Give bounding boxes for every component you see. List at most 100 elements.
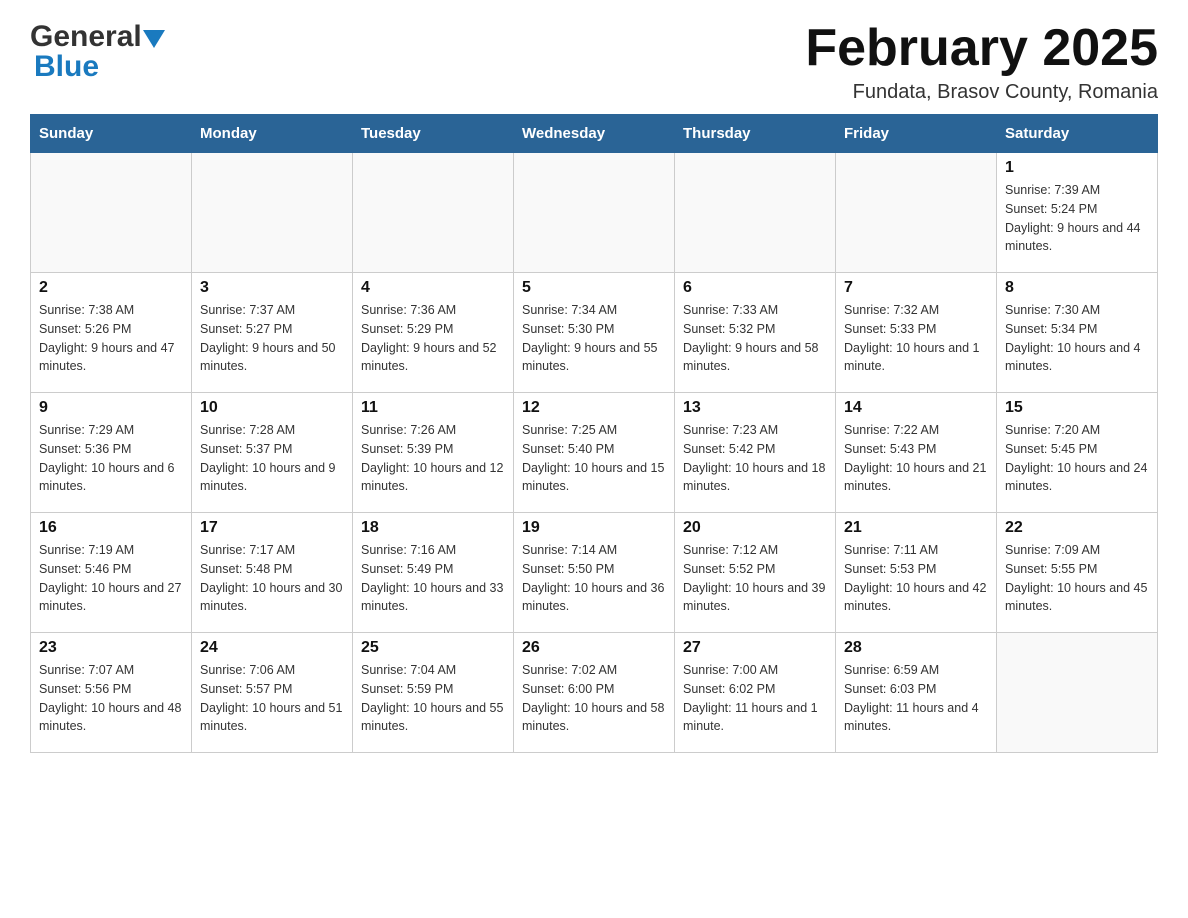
calendar-week-4: 16 Sunrise: 7:19 AM Sunset: 5:46 PM Dayli…: [31, 513, 1158, 633]
day-info: Sunrise: 7:20 AM Sunset: 5:45 PM Dayligh…: [1005, 421, 1149, 496]
day-info: Sunrise: 7:29 AM Sunset: 5:36 PM Dayligh…: [39, 421, 183, 496]
day-info: Sunrise: 7:11 AM Sunset: 5:53 PM Dayligh…: [844, 541, 988, 616]
day-info: Sunrise: 7:19 AM Sunset: 5:46 PM Dayligh…: [39, 541, 183, 616]
calendar-cell: 1 Sunrise: 7:39 AM Sunset: 5:24 PM Daylig…: [997, 153, 1158, 273]
day-number: 20: [683, 519, 827, 537]
day-number: 10: [200, 399, 344, 417]
calendar-cell: 3Sunrise: 7:37 AM Sunset: 5:27 PM Daylig…: [192, 273, 353, 393]
day-number: 8: [1005, 279, 1149, 297]
day-number: 1: [1005, 159, 1149, 177]
day-number: 14: [844, 399, 988, 417]
title-section: February 2025 Fundata, Brasov County, Ro…: [805, 20, 1158, 104]
day-number: 16: [39, 519, 183, 537]
calendar-cell: [997, 633, 1158, 753]
calendar-cell: 8Sunrise: 7:30 AM Sunset: 5:34 PM Daylig…: [997, 273, 1158, 393]
day-number: 19: [522, 519, 666, 537]
day-info: Sunrise: 7:06 AM Sunset: 5:57 PM Dayligh…: [200, 661, 344, 736]
day-number: 17: [200, 519, 344, 537]
calendar-cell: 13 Sunrise: 7:23 AM Sunset: 5:42 PM Dayli…: [675, 393, 836, 513]
calendar-cell: 5 Sunrise: 7:34 AM Sunset: 5:30 PM Daylig…: [514, 273, 675, 393]
day-info: Sunrise: 7:00 AM Sunset: 6:02 PM Dayligh…: [683, 661, 827, 736]
day-info: Sunrise: 7:07 AM Sunset: 5:56 PM Dayligh…: [39, 661, 183, 736]
logo-blue-text: Blue: [34, 50, 99, 84]
calendar-cell: 22Sunrise: 7:09 AM Sunset: 5:55 PM Dayli…: [997, 513, 1158, 633]
calendar-cell: 10 Sunrise: 7:28 AM Sunset: 5:37 PM Dayli…: [192, 393, 353, 513]
calendar-cell: 12 Sunrise: 7:25 AM Sunset: 5:40 PM Dayli…: [514, 393, 675, 513]
calendar-cell: 23Sunrise: 7:07 AM Sunset: 5:56 PM Dayli…: [31, 633, 192, 753]
day-info: Sunrise: 7:17 AM Sunset: 5:48 PM Dayligh…: [200, 541, 344, 616]
days-of-week-row: SundayMondayTuesdayWednesdayThursdayFrid…: [31, 115, 1158, 153]
calendar-cell: 27 Sunrise: 7:00 AM Sunset: 6:02 PM Dayli…: [675, 633, 836, 753]
calendar-week-3: 9 Sunrise: 7:29 AM Sunset: 5:36 PM Daylig…: [31, 393, 1158, 513]
day-info: Sunrise: 7:23 AM Sunset: 5:42 PM Dayligh…: [683, 421, 827, 496]
calendar-cell: 18 Sunrise: 7:16 AM Sunset: 5:49 PM Dayli…: [353, 513, 514, 633]
day-number: 25: [361, 639, 505, 657]
calendar-cell: 6Sunrise: 7:33 AM Sunset: 5:32 PM Daylig…: [675, 273, 836, 393]
calendar-cell: 14 Sunrise: 7:22 AM Sunset: 5:43 PM Dayli…: [836, 393, 997, 513]
day-info: Sunrise: 7:39 AM Sunset: 5:24 PM Dayligh…: [1005, 181, 1149, 256]
day-info: Sunrise: 7:36 AM Sunset: 5:29 PM Dayligh…: [361, 301, 505, 376]
day-number: 12: [522, 399, 666, 417]
day-number: 3: [200, 279, 344, 297]
logo-general-text: General: [30, 20, 142, 54]
calendar-header: SundayMondayTuesdayWednesdayThursdayFrid…: [31, 115, 1158, 153]
calendar-week-1: 1 Sunrise: 7:39 AM Sunset: 5:24 PM Daylig…: [31, 153, 1158, 273]
calendar-cell: 19 Sunrise: 7:14 AM Sunset: 5:50 PM Dayli…: [514, 513, 675, 633]
calendar-cell: 28Sunrise: 6:59 AM Sunset: 6:03 PM Dayli…: [836, 633, 997, 753]
day-number: 15: [1005, 399, 1149, 417]
day-number: 18: [361, 519, 505, 537]
calendar-cell: 9 Sunrise: 7:29 AM Sunset: 5:36 PM Daylig…: [31, 393, 192, 513]
day-number: 4: [361, 279, 505, 297]
day-info: Sunrise: 7:12 AM Sunset: 5:52 PM Dayligh…: [683, 541, 827, 616]
calendar-body: 1 Sunrise: 7:39 AM Sunset: 5:24 PM Daylig…: [31, 153, 1158, 753]
calendar-cell: 20 Sunrise: 7:12 AM Sunset: 5:52 PM Dayli…: [675, 513, 836, 633]
day-header-friday: Friday: [836, 115, 997, 153]
calendar-cell: 15 Sunrise: 7:20 AM Sunset: 5:45 PM Dayli…: [997, 393, 1158, 513]
calendar-cell: 25Sunrise: 7:04 AM Sunset: 5:59 PM Dayli…: [353, 633, 514, 753]
day-number: 9: [39, 399, 183, 417]
day-number: 5: [522, 279, 666, 297]
month-title: February 2025: [805, 20, 1158, 77]
day-header-saturday: Saturday: [997, 115, 1158, 153]
calendar-cell: 17 Sunrise: 7:17 AM Sunset: 5:48 PM Dayli…: [192, 513, 353, 633]
logo: General Blue: [30, 20, 166, 84]
calendar-cell: 2 Sunrise: 7:38 AM Sunset: 5:26 PM Daylig…: [31, 273, 192, 393]
calendar-cell: 24 Sunrise: 7:06 AM Sunset: 5:57 PM Dayli…: [192, 633, 353, 753]
calendar-cell: 16 Sunrise: 7:19 AM Sunset: 5:46 PM Dayli…: [31, 513, 192, 633]
day-number: 7: [844, 279, 988, 297]
day-number: 27: [683, 639, 827, 657]
calendar-cell: 26Sunrise: 7:02 AM Sunset: 6:00 PM Dayli…: [514, 633, 675, 753]
calendar-cell: [514, 153, 675, 273]
calendar-cell: 7Sunrise: 7:32 AM Sunset: 5:33 PM Daylig…: [836, 273, 997, 393]
day-info: Sunrise: 7:14 AM Sunset: 5:50 PM Dayligh…: [522, 541, 666, 616]
logo-triangle-icon: [143, 30, 165, 48]
page-header: General Blue February 2025 Fundata, Bras…: [30, 20, 1158, 104]
day-header-tuesday: Tuesday: [353, 115, 514, 153]
day-number: 13: [683, 399, 827, 417]
day-number: 24: [200, 639, 344, 657]
calendar-cell: [836, 153, 997, 273]
day-info: Sunrise: 7:38 AM Sunset: 5:26 PM Dayligh…: [39, 301, 183, 376]
day-info: Sunrise: 7:22 AM Sunset: 5:43 PM Dayligh…: [844, 421, 988, 496]
day-header-thursday: Thursday: [675, 115, 836, 153]
day-number: 26: [522, 639, 666, 657]
calendar-week-2: 2 Sunrise: 7:38 AM Sunset: 5:26 PM Daylig…: [31, 273, 1158, 393]
day-header-wednesday: Wednesday: [514, 115, 675, 153]
day-number: 11: [361, 399, 505, 417]
day-number: 2: [39, 279, 183, 297]
location-subtitle: Fundata, Brasov County, Romania: [805, 81, 1158, 104]
day-info: Sunrise: 7:25 AM Sunset: 5:40 PM Dayligh…: [522, 421, 666, 496]
calendar-cell: 11 Sunrise: 7:26 AM Sunset: 5:39 PM Dayli…: [353, 393, 514, 513]
day-info: Sunrise: 7:26 AM Sunset: 5:39 PM Dayligh…: [361, 421, 505, 496]
day-number: 22: [1005, 519, 1149, 537]
day-info: Sunrise: 7:28 AM Sunset: 5:37 PM Dayligh…: [200, 421, 344, 496]
day-number: 6: [683, 279, 827, 297]
day-info: Sunrise: 7:16 AM Sunset: 5:49 PM Dayligh…: [361, 541, 505, 616]
calendar-cell: [353, 153, 514, 273]
day-header-monday: Monday: [192, 115, 353, 153]
calendar-cell: [192, 153, 353, 273]
calendar-table: SundayMondayTuesdayWednesdayThursdayFrid…: [30, 114, 1158, 753]
day-info: Sunrise: 7:34 AM Sunset: 5:30 PM Dayligh…: [522, 301, 666, 376]
calendar-cell: [31, 153, 192, 273]
day-number: 21: [844, 519, 988, 537]
